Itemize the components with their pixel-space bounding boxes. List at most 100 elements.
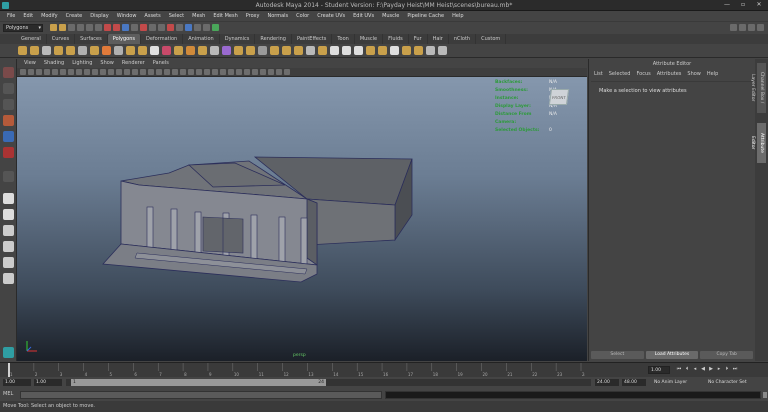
new-scene-icon[interactable] (50, 24, 57, 31)
shelf-tool-icon[interactable] (282, 46, 291, 55)
ae-menu-focus[interactable]: Focus (633, 71, 653, 77)
playback-start-field[interactable]: 1.00 (34, 379, 62, 386)
shelf-tool-icon[interactable] (186, 46, 195, 55)
command-input[interactable] (20, 391, 382, 399)
show-tool-settings-icon[interactable] (748, 24, 755, 31)
shelf-tool-icon[interactable] (438, 46, 447, 55)
menu-muscle[interactable]: Muscle (378, 13, 403, 19)
shelf-tool-icon[interactable] (54, 46, 63, 55)
panel-toolbar-icon[interactable] (76, 69, 82, 75)
panel-toolbar-icon[interactable] (180, 69, 186, 75)
shelf-tool-icon[interactable] (342, 46, 351, 55)
shelf-tool-icon[interactable] (366, 46, 375, 55)
viewcube[interactable]: FRONT (548, 89, 570, 105)
panel-toolbar-icon[interactable] (68, 69, 74, 75)
perspective-viewport[interactable]: Backfaces:N/A Smoothness:N/A Instance:N/… (17, 77, 587, 361)
paint-select-tool-icon[interactable] (3, 99, 14, 110)
go-to-end-icon[interactable]: ⏭ (732, 366, 738, 373)
menu-edit-mesh[interactable]: Edit Mesh (209, 13, 241, 19)
ae-menu-help[interactable]: Help (704, 71, 721, 77)
hypershade-icon[interactable] (212, 24, 219, 31)
shelf-tool-icon[interactable] (198, 46, 207, 55)
shelf-tab-general[interactable]: General (16, 34, 47, 44)
ipr-render-icon[interactable] (194, 24, 201, 31)
panel-toolbar-icon[interactable] (172, 69, 178, 75)
shelf-tool-icon[interactable] (150, 46, 159, 55)
render-frame-icon[interactable] (185, 24, 192, 31)
shelf-tab-animation[interactable]: Animation (183, 34, 220, 44)
outliner-layout-icon[interactable] (3, 273, 14, 284)
shelf-tool-icon[interactable] (234, 46, 243, 55)
panel-toolbar-icon[interactable] (108, 69, 114, 75)
panel-toolbar-icon[interactable] (276, 69, 282, 75)
panel-menu-view[interactable]: View (20, 59, 40, 68)
shelf-tab-polygons[interactable]: Polygons (107, 34, 141, 44)
open-scene-icon[interactable] (59, 24, 66, 31)
rotate-tool-icon[interactable] (3, 131, 14, 142)
shelf-tab-curves[interactable]: Curves (47, 34, 76, 44)
shelf-tool-icon[interactable] (306, 46, 315, 55)
shelf-tool-icon[interactable] (426, 46, 435, 55)
minimize-button[interactable]: — (720, 1, 734, 9)
single-perspective-layout-icon[interactable] (3, 193, 14, 204)
panel-toolbar-icon[interactable] (116, 69, 122, 75)
shelf-tab-hair[interactable]: Hair (428, 34, 449, 44)
shelf-tab-ncloth[interactable]: nCloth (449, 34, 477, 44)
mel-label[interactable]: MEL (3, 391, 13, 397)
current-time-marker[interactable] (8, 363, 10, 378)
shelf-tool-icon[interactable] (378, 46, 387, 55)
panel-toolbar-icon[interactable] (204, 69, 210, 75)
shelf-tool-icon[interactable] (390, 46, 399, 55)
shelf-tab-painteffects[interactable]: PaintEffects (292, 34, 333, 44)
panel-toolbar-icon[interactable] (124, 69, 130, 75)
shelf-tool-icon[interactable] (138, 46, 147, 55)
shelf-tool-icon[interactable] (18, 46, 27, 55)
step-forward-key-icon[interactable]: ⏵ (724, 366, 730, 373)
panel-toolbar-icon[interactable] (84, 69, 90, 75)
hypershade-layout-icon[interactable] (3, 257, 14, 268)
shelf-tool-icon[interactable] (330, 46, 339, 55)
menu-modify[interactable]: Modify (37, 13, 62, 19)
current-time-field[interactable]: 1.00 (648, 366, 670, 374)
range-handle[interactable]: 1 24 (71, 379, 326, 386)
panel-toolbar-icon[interactable] (52, 69, 58, 75)
animation-end-field[interactable]: 48.00 (622, 379, 646, 386)
panel-toolbar-icon[interactable] (132, 69, 138, 75)
ae-menu-attributes[interactable]: Attributes (654, 71, 685, 77)
attribute-editor-tab[interactable]: Attribute Editor (750, 123, 766, 163)
shelf-tool-icon[interactable] (126, 46, 135, 55)
select-components-icon[interactable] (95, 24, 102, 31)
shelf-tool-icon[interactable] (222, 46, 231, 55)
panel-toolbar-icon[interactable] (212, 69, 218, 75)
shelf-tool-icon[interactable] (102, 46, 111, 55)
menu-help[interactable]: Help (448, 13, 467, 19)
menu-edit-uvs[interactable]: Edit UVs (349, 13, 378, 19)
show-channel-box-icon[interactable] (757, 24, 764, 31)
show-modeling-toolkit-icon[interactable] (730, 24, 737, 31)
menu-window[interactable]: Window (113, 13, 141, 19)
panel-toolbar-icon[interactable] (260, 69, 266, 75)
range-bar[interactable]: 1 24 (66, 379, 591, 386)
scale-tool-icon[interactable] (3, 147, 14, 158)
shelf-tab-dynamics[interactable]: Dynamics (220, 34, 256, 44)
make-live-icon[interactable] (140, 24, 147, 31)
ae-menu-selected[interactable]: Selected (606, 71, 634, 77)
shelf-tab-rendering[interactable]: Rendering (255, 34, 292, 44)
shelf-tool-icon[interactable] (162, 46, 171, 55)
lasso-tool-icon[interactable] (3, 83, 14, 94)
animation-start-field[interactable]: 1.00 (3, 379, 31, 386)
panel-toolbar-icon[interactable] (164, 69, 170, 75)
output-ops-icon[interactable] (158, 24, 165, 31)
play-forward-icon[interactable]: ▶ (708, 366, 714, 373)
panel-toolbar-icon[interactable] (148, 69, 154, 75)
persp-graph-layout-icon[interactable] (3, 241, 14, 252)
shelf-tool-icon[interactable] (78, 46, 87, 55)
panel-toolbar-icon[interactable] (20, 69, 26, 75)
copy-tab-button[interactable]: Copy Tab (700, 351, 754, 359)
shelf-tab-toon[interactable]: Toon (332, 34, 355, 44)
panel-toolbar-icon[interactable] (268, 69, 274, 75)
select-hierarchy-icon[interactable] (77, 24, 84, 31)
maximize-button[interactable]: ▫ (736, 1, 750, 9)
shelf-tool-icon[interactable] (414, 46, 423, 55)
shelf-tool-icon[interactable] (354, 46, 363, 55)
